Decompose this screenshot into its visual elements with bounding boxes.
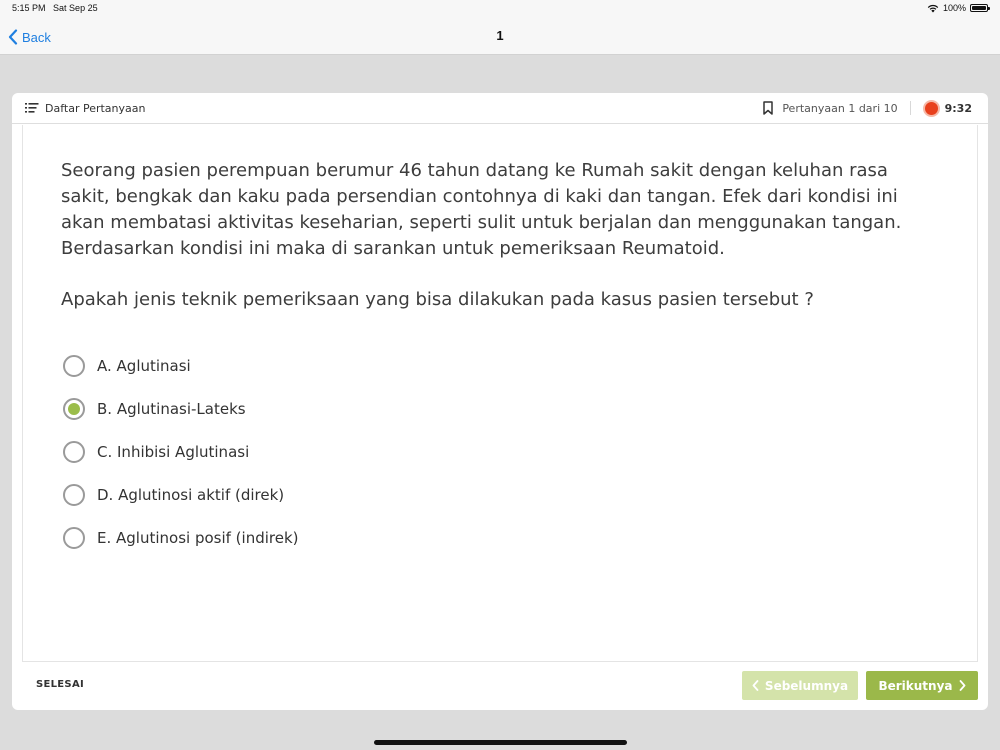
back-label: Back xyxy=(22,29,51,45)
previous-label: Sebelumnya xyxy=(764,678,849,693)
answer-options: A. Aglutinasi B. Aglutinasi-Lateks C. In… xyxy=(63,344,299,559)
status-indicators: 100% xyxy=(927,3,990,13)
battery-icon xyxy=(970,4,990,12)
bookmark-icon[interactable] xyxy=(763,101,774,115)
finish-button[interactable]: SELESAI xyxy=(36,679,84,690)
wifi-icon xyxy=(927,4,939,12)
next-button[interactable]: Berikutnya xyxy=(866,671,978,700)
card-header: Daftar Pertanyaan Pertanyaan 1 dari 10 9… xyxy=(12,93,988,124)
option-label: E. Aglutinosi posif (indirek) xyxy=(97,528,299,547)
header-divider xyxy=(909,101,911,115)
chevron-right-icon xyxy=(959,680,965,691)
radio-button[interactable] xyxy=(63,354,85,377)
status-clock: 5:15 PM xyxy=(12,3,46,13)
status-date: Sat Sep 25 xyxy=(53,3,98,13)
option-c[interactable]: C. Inhibisi Aglutinasi xyxy=(63,430,299,473)
radio-button-selected[interactable] xyxy=(63,397,85,420)
option-e[interactable]: E. Aglutinosi posif (indirek) xyxy=(63,516,299,559)
question-prompt: Apakah jenis teknik pemeriksaan yang bis… xyxy=(61,289,814,310)
question-content: Seorang pasien perempuan berumur 46 tahu… xyxy=(22,125,978,662)
list-icon xyxy=(25,103,39,113)
home-indicator[interactable] xyxy=(374,740,627,745)
option-label: B. Aglutinasi-Lateks xyxy=(97,399,246,418)
back-button[interactable]: Back xyxy=(8,27,51,47)
status-time: 5:15 PM Sat Sep 25 xyxy=(12,3,98,13)
next-label: Berikutnya xyxy=(878,678,953,693)
radio-button[interactable] xyxy=(63,440,85,463)
option-label: A. Aglutinasi xyxy=(97,356,191,375)
radio-button[interactable] xyxy=(63,483,85,506)
timer-icon xyxy=(922,99,940,117)
question-list-label: Daftar Pertanyaan xyxy=(45,101,146,115)
option-b[interactable]: B. Aglutinasi-Lateks xyxy=(63,387,299,430)
question-list-button[interactable]: Daftar Pertanyaan xyxy=(25,100,145,116)
chevron-left-icon xyxy=(8,29,18,45)
top-bar: 5:15 PM Sat Sep 25 100% 1 Back xyxy=(0,0,1000,55)
question-text: Seorang pasien perempuan berumur 46 tahu… xyxy=(61,160,902,259)
timer-value: 9:32 xyxy=(944,101,972,115)
option-label: C. Inhibisi Aglutinasi xyxy=(97,442,250,461)
battery-percent: 100% xyxy=(942,3,966,13)
previous-button[interactable]: Sebelumnya xyxy=(742,671,858,700)
radio-button[interactable] xyxy=(63,526,85,549)
option-a[interactable]: A. Aglutinasi xyxy=(63,344,299,387)
question-counter: Pertanyaan 1 dari 10 xyxy=(782,101,898,115)
option-label: D. Aglutinosi aktif (direk) xyxy=(97,485,285,504)
header-right: Pertanyaan 1 dari 10 9:32 xyxy=(763,99,972,117)
nav-title: 1 xyxy=(496,28,504,43)
chevron-left-icon xyxy=(752,680,759,691)
question-card: Daftar Pertanyaan Pertanyaan 1 dari 10 9… xyxy=(12,93,988,710)
option-d[interactable]: D. Aglutinosi aktif (direk) xyxy=(63,473,299,516)
card-footer: SELESAI Sebelumnya Berikutnya xyxy=(12,663,988,710)
